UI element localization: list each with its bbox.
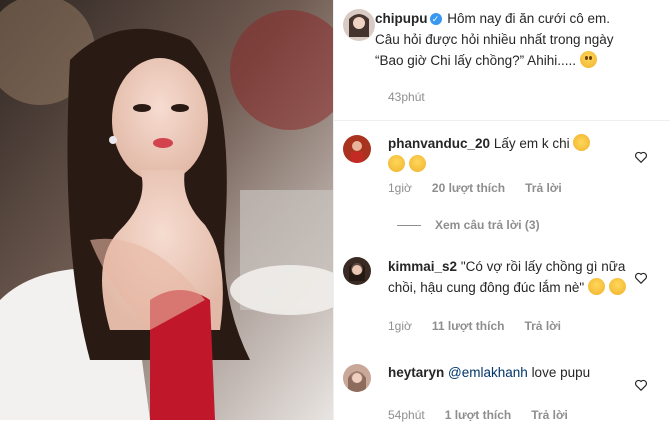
view-replies-button[interactable]: Xem câu trả lời (3) <box>397 218 540 232</box>
heart-outline-icon[interactable] <box>634 378 648 392</box>
heart-eyes-emoji-icon <box>573 134 590 151</box>
comment-text: love pupu <box>532 365 591 380</box>
replies-line <box>397 225 421 226</box>
comment-time[interactable]: 1giờ <box>388 181 412 195</box>
comment: kimmai_s2 "Có vợ rồi lấy chồng gì nữa ch… <box>388 256 633 298</box>
comment-username[interactable]: heytaryn <box>388 365 444 380</box>
reply-button[interactable]: Trả lời <box>525 181 562 195</box>
heart-eyes-emoji-icon <box>409 155 426 172</box>
heart-eyes-emoji-icon <box>388 155 405 172</box>
comment-username[interactable]: phanvanduc_20 <box>388 136 490 151</box>
post-time[interactable]: 43phút <box>388 90 425 104</box>
commenter-avatar[interactable] <box>343 135 371 163</box>
post-photo[interactable] <box>0 0 333 420</box>
commenter-avatar[interactable] <box>343 257 371 285</box>
commenter-avatar[interactable] <box>343 364 371 392</box>
comment-meta: 1giờ 20 lượt thích Trả lời <box>388 181 582 195</box>
author-avatar[interactable] <box>343 9 375 41</box>
comment: heytaryn @emlakhanh love pupu <box>388 362 633 383</box>
comment-mention[interactable]: @emlakhanh <box>448 365 528 380</box>
photo-illustration <box>0 0 333 420</box>
comment-text: Lấy em k chi <box>494 136 570 151</box>
caption-divider <box>333 120 670 121</box>
laughing-emoji-icon <box>588 278 605 295</box>
heart-outline-icon[interactable] <box>634 271 648 285</box>
laughing-emoji-icon <box>609 278 626 295</box>
instagram-post: chipupu✓ Hôm nay đi ăn cưới cô em. Câu h… <box>0 0 670 420</box>
blush-emoji-icon <box>580 51 597 68</box>
view-replies-label: Xem câu trả lời (3) <box>435 218 540 232</box>
post-caption: chipupu✓ Hôm nay đi ăn cưới cô em. Câu h… <box>375 8 625 71</box>
author-username[interactable]: chipupu <box>375 11 428 26</box>
reply-button[interactable]: Trả lời <box>524 319 561 333</box>
verified-badge-icon: ✓ <box>430 13 442 25</box>
comment-likes[interactable]: 11 lượt thích <box>432 319 505 333</box>
comment-meta: 1giờ 11 lượt thích Trả lời <box>388 319 581 333</box>
heart-outline-icon[interactable] <box>634 150 648 164</box>
comment-likes[interactable]: 20 lượt thích <box>432 181 505 195</box>
comment: phanvanduc_20 Lấy em k chi <box>388 133 633 175</box>
comment-time[interactable]: 1giờ <box>388 319 412 333</box>
comment-username[interactable]: kimmai_s2 <box>388 259 457 274</box>
